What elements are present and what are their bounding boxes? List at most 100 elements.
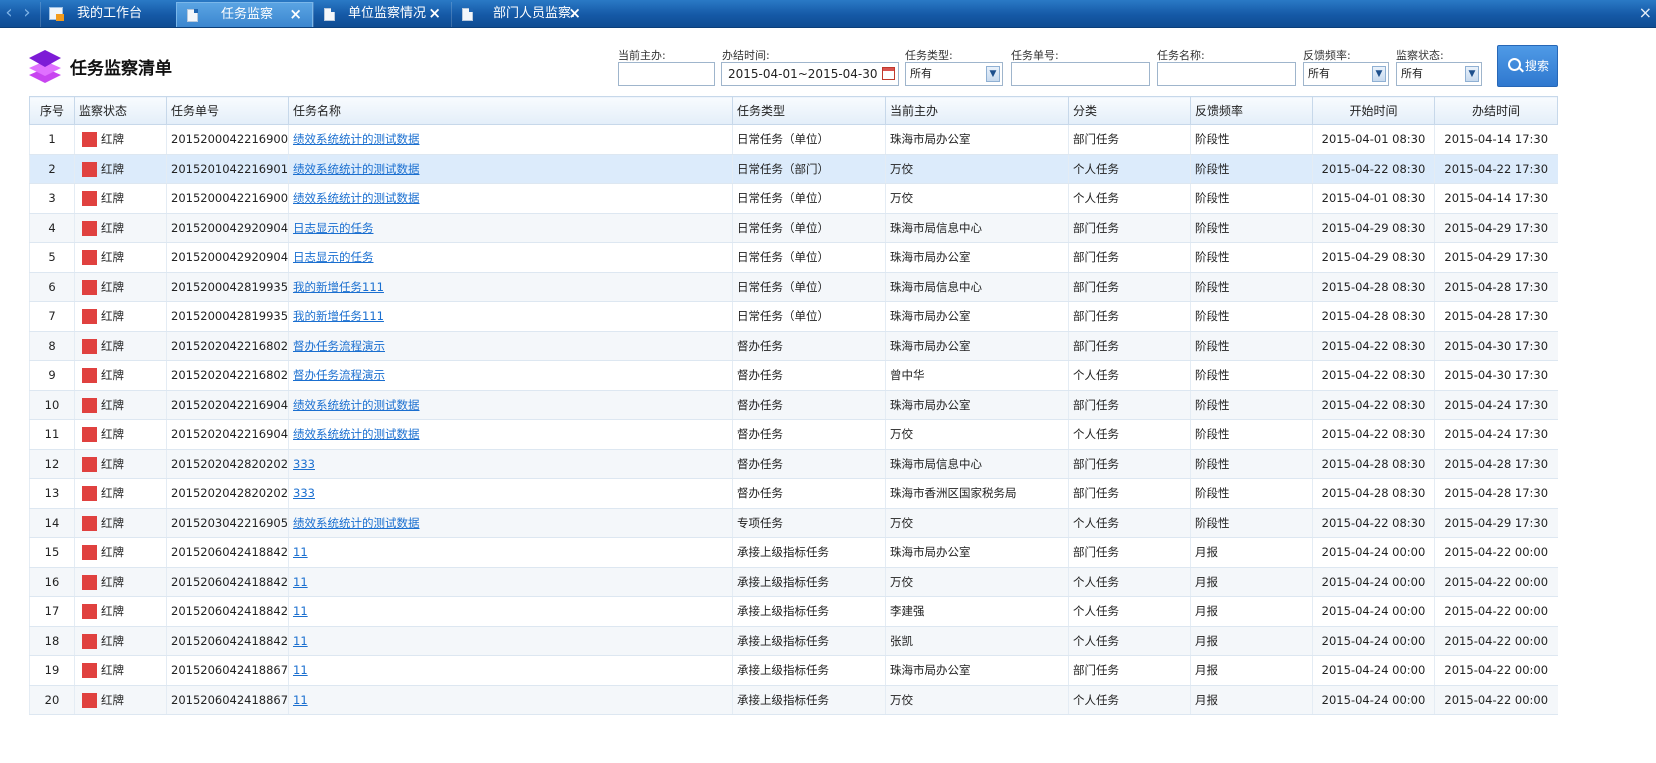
- table-row[interactable]: 14 红牌 2015203042216905 绩效系统统计的测试数据 专项任务 万佼 个人任…: [29, 508, 1558, 538]
- feedback-freq-select[interactable]: 所有 ▼: [1303, 62, 1389, 86]
- cell-category: 个人任务: [1068, 183, 1191, 214]
- cell-no: 6: [29, 272, 75, 302]
- cell-task-type: 日常任务（单位）: [732, 213, 886, 243]
- task-name-link[interactable]: 11: [293, 604, 308, 618]
- col-header-task-name[interactable]: 任务名称: [288, 96, 733, 125]
- table-row[interactable]: 3 红牌 2015200042216900 绩效系统统计的测试数据 日常任务（单位） 万佼…: [29, 183, 1558, 214]
- task-name-link[interactable]: 11: [293, 663, 308, 677]
- task-no-input[interactable]: [1011, 62, 1150, 86]
- status-text: 红牌: [101, 309, 124, 324]
- table-row[interactable]: 4 红牌 2015200042920904 日志显示的任务 日常任务（单位） 珠海市局信息…: [29, 213, 1558, 243]
- cell-category: 部门任务: [1068, 655, 1191, 686]
- col-header-freq[interactable]: 反馈频率: [1190, 96, 1313, 125]
- cell-task-name: 11: [288, 596, 733, 627]
- task-name-link[interactable]: 绩效系统统计的测试数据: [293, 398, 420, 412]
- window-close-icon[interactable]: ×: [1639, 0, 1652, 25]
- cell-task-type: 督办任务: [732, 331, 886, 361]
- task-type-select[interactable]: 所有 ▼: [905, 62, 1003, 86]
- table-row[interactable]: 1 红牌 2015200042216900 绩效系统统计的测试数据 日常任务（单位） 珠海…: [29, 124, 1558, 155]
- task-name-link[interactable]: 11: [293, 575, 308, 589]
- cell-start: 2015-04-24 00:00: [1312, 626, 1435, 656]
- col-header-start[interactable]: 开始时间: [1312, 96, 1435, 125]
- cell-start: 2015-04-22 08:30: [1312, 360, 1435, 391]
- table-row[interactable]: 5 红牌 2015200042920904 日志显示的任务 日常任务（单位） 珠海市局办公…: [29, 242, 1558, 273]
- table-row[interactable]: 11 红牌 2015202042216904 绩效系统统计的测试数据 督办任务 万佼 个人任…: [29, 419, 1558, 450]
- cell-task-name: 督办任务流程演示: [288, 331, 733, 361]
- task-name-link[interactable]: 11: [293, 693, 308, 707]
- task-name-link[interactable]: 333: [293, 457, 315, 471]
- calendar-icon[interactable]: [882, 67, 895, 80]
- table-row[interactable]: 10 红牌 2015202042216904 绩效系统统计的测试数据 督办任务 珠海市局办…: [29, 390, 1558, 420]
- table-row[interactable]: 19 红牌 2015206042418867 11 承接上级指标任务 珠海市局办公室 部门任…: [29, 655, 1558, 686]
- cell-task-type: 承接上级指标任务: [732, 567, 886, 597]
- search-button-label: 搜索: [1525, 59, 1550, 73]
- cell-freq: 阶段性: [1190, 360, 1313, 391]
- table-row[interactable]: 13 红牌 2015202042820202 333 督办任务 珠海市香洲区国家税务局 部门…: [29, 478, 1558, 509]
- task-name-link[interactable]: 绩效系统统计的测试数据: [293, 132, 420, 146]
- table-row[interactable]: 16 红牌 2015206042418842 11 承接上级指标任务 万佼 个人任务 月报 20…: [29, 567, 1558, 597]
- search-button[interactable]: 搜索: [1497, 45, 1558, 87]
- table-row[interactable]: 6 红牌 2015200042819935 我的新增任务111 日常任务（单位） 珠海市局…: [29, 272, 1558, 302]
- feedback-freq-value: 所有: [1308, 67, 1330, 80]
- table-row[interactable]: 7 红牌 2015200042819935 我的新增任务111 日常任务（单位） 珠海市局…: [29, 301, 1558, 332]
- task-name-input[interactable]: [1157, 62, 1296, 86]
- status-text: 红牌: [101, 633, 124, 648]
- table-row[interactable]: 9 红牌 2015202042216802 督办任务流程演示 督办任务 曾中华 个人任务 阶段…: [29, 360, 1558, 391]
- table-row[interactable]: 8 红牌 2015202042216802 督办任务流程演示 督办任务 珠海市局办公室 部门…: [29, 331, 1558, 361]
- tab-workbench[interactable]: 我的工作台: [40, 2, 176, 27]
- task-name-link[interactable]: 日志显示的任务: [293, 221, 374, 235]
- tab-unit-watch[interactable]: 单位监察情况 ×: [313, 2, 451, 27]
- table-row[interactable]: 17 红牌 2015206042418842 11 承接上级指标任务 李建强 个人任务 月报 2…: [29, 596, 1558, 627]
- close-icon[interactable]: ×: [428, 2, 441, 25]
- table-header-row: 序号 监察状态 任务单号 任务名称 任务类型 当前主办 分类 反馈频率 开始时间…: [29, 96, 1558, 125]
- cell-task-type: 督办任务: [732, 478, 886, 509]
- col-header-task-type[interactable]: 任务类型: [732, 96, 886, 125]
- task-name-link[interactable]: 绩效系统统计的测试数据: [293, 427, 420, 441]
- col-header-no[interactable]: 序号: [29, 96, 75, 125]
- status-text: 红牌: [101, 486, 124, 501]
- table-row[interactable]: 20 红牌 2015206042418867 11 承接上级指标任务 万佼 个人任务 月报 20…: [29, 685, 1558, 715]
- table-row[interactable]: 18 红牌 2015206042418842 11 承接上级指标任务 张凯 个人任务 月报 20…: [29, 626, 1558, 656]
- table-row[interactable]: 15 红牌 2015206042418842 11 承接上级指标任务 珠海市局办公室 部门任…: [29, 537, 1558, 568]
- col-header-task-no[interactable]: 任务单号: [166, 96, 289, 125]
- nav-back-icon[interactable]: ‹: [0, 0, 18, 27]
- deadline-range-input[interactable]: 2015-04-01~2015-04-30: [721, 62, 899, 86]
- red-card-icon: [82, 663, 97, 679]
- task-name-link[interactable]: 我的新增任务111: [293, 280, 384, 294]
- red-card-icon: [82, 132, 97, 148]
- nav-forward-icon[interactable]: ›: [18, 0, 36, 27]
- cell-status: 红牌: [74, 360, 167, 391]
- task-table: 序号 监察状态 任务单号 任务名称 任务类型 当前主办 分类 反馈频率 开始时间…: [29, 96, 1558, 715]
- col-header-end[interactable]: 办结时间: [1434, 96, 1558, 125]
- task-name-link[interactable]: 绩效系统统计的测试数据: [293, 516, 420, 530]
- cell-task-no: 2015200042819935: [166, 301, 289, 332]
- current-handler-input[interactable]: [618, 62, 715, 86]
- cell-task-no: 2015206042418842: [166, 596, 289, 627]
- col-header-status[interactable]: 监察状态: [74, 96, 167, 125]
- table-row[interactable]: 12 红牌 2015202042820202 333 督办任务 珠海市局信息中心 部门任务阶…: [29, 449, 1558, 479]
- cell-status: 红牌: [74, 537, 167, 568]
- task-name-link[interactable]: 督办任务流程演示: [293, 368, 385, 382]
- close-icon[interactable]: ×: [289, 3, 302, 26]
- task-name-link[interactable]: 绩效系统统计的测试数据: [293, 191, 420, 205]
- cell-task-type: 日常任务（部门）: [732, 154, 886, 184]
- task-name-link[interactable]: 11: [293, 634, 308, 648]
- watch-status-select[interactable]: 所有 ▼: [1396, 62, 1482, 86]
- col-header-handler[interactable]: 当前主办: [885, 96, 1069, 125]
- task-name-link[interactable]: 我的新增任务111: [293, 309, 384, 323]
- close-icon[interactable]: ×: [568, 2, 581, 25]
- task-name-link[interactable]: 333: [293, 486, 315, 500]
- cell-handler: 珠海市局信息中心: [885, 272, 1069, 302]
- tab-dept-staff-watch[interactable]: 部门人员监察. ×: [451, 2, 589, 27]
- table-row[interactable]: 2 红牌 2015201042216901 绩效系统统计的测试数据 日常任务（部门） 万佼…: [29, 154, 1558, 184]
- cell-handler: 万佼: [885, 508, 1069, 538]
- col-header-category[interactable]: 分类: [1068, 96, 1191, 125]
- task-name-link[interactable]: 日志显示的任务: [293, 250, 374, 264]
- task-name-link[interactable]: 绩效系统统计的测试数据: [293, 162, 420, 176]
- task-name-link[interactable]: 督办任务流程演示: [293, 339, 385, 353]
- cell-no: 1: [29, 124, 75, 155]
- cell-task-no: 2015200042216900: [166, 124, 289, 155]
- task-name-link[interactable]: 11: [293, 545, 308, 559]
- cell-category: 部门任务: [1068, 331, 1191, 361]
- tab-task-watch[interactable]: 任务监察 ×: [176, 2, 313, 27]
